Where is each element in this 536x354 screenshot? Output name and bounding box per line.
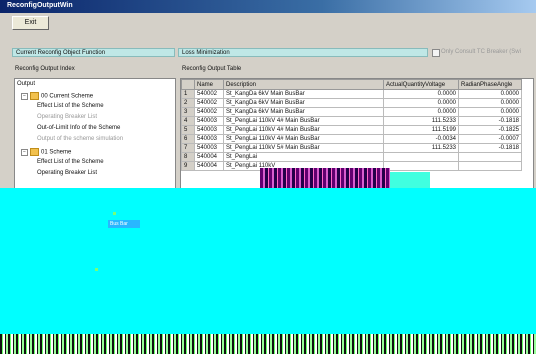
table-row[interactable]: 8 540004 St_PengLai [181, 152, 522, 162]
cell-phase-angle [458, 152, 522, 162]
collapse-icon[interactable]: − [21, 92, 28, 100]
row-index: 6 [181, 134, 195, 144]
cell-voltage: 0.0000 [383, 107, 459, 117]
table-header-row: Name Description ActualQuantityVoltage R… [181, 79, 522, 90]
row-index: 3 [181, 107, 195, 117]
render-artifact [95, 268, 98, 271]
row-index: 8 [181, 152, 195, 162]
cell-voltage: 111.5199 [383, 125, 459, 135]
cell-name: 540003 [194, 125, 224, 135]
window-title: ReconfigOutputWin [7, 2, 73, 9]
cell-description: St_PengLai 110kV 4# Main BusBar [223, 125, 384, 135]
cell-name: 540002 [194, 89, 224, 99]
cell-phase-angle: -0.1818 [458, 116, 522, 126]
cell-description: St_PengLai 110kV 5# Main BusBar [223, 143, 384, 153]
cell-voltage: -0.0034 [383, 134, 459, 144]
tree-leaf-operating-breaker[interactable]: Operating Breaker List [37, 114, 97, 120]
column-header-index[interactable] [181, 79, 195, 90]
consult-breaker-label: Only Consult TC Breaker (Swi [441, 49, 521, 55]
objective-value: Loss Minimization [178, 48, 428, 57]
column-header-voltage[interactable]: ActualQuantityVoltage [383, 79, 459, 90]
cell-voltage: 0.0000 [383, 89, 459, 99]
cell-phase-angle: 0.0000 [458, 107, 522, 117]
selected-text-fragment: Bus Bar [108, 220, 140, 228]
tree-leaf-effect-list[interactable]: Effect List of the Scheme [37, 103, 104, 109]
tree-node-label: 00 Current Scheme [41, 93, 94, 100]
render-artifact-region [0, 188, 536, 334]
cell-phase-angle: -0.1818 [458, 143, 522, 153]
output-tree[interactable]: Output − 00 Current Scheme Effect List of… [14, 78, 176, 190]
row-index: 7 [181, 143, 195, 153]
tree-leaf-simulation-output[interactable]: Output of the scheme simulation [37, 136, 123, 142]
cell-description: St_PengLai [223, 152, 384, 162]
cell-phase-angle [458, 161, 522, 171]
render-artifact [260, 168, 390, 190]
table-row[interactable]: 2 540002 St_KangDa 6kV Main BusBar 0.0000 0.… [181, 98, 522, 108]
table-row[interactable]: 3 540002 St_KangDa 6kV Main BusBar 0.0000 0.… [181, 107, 522, 117]
cell-name: 540003 [194, 116, 224, 126]
cell-description: St_KangDa 6kV Main BusBar [223, 107, 384, 117]
cell-voltage: 111.5233 [383, 116, 459, 126]
row-index: 4 [181, 116, 195, 126]
collapse-icon[interactable]: − [21, 148, 28, 156]
tree-leaf-effect-list-2[interactable]: Effect List of the Scheme [37, 159, 104, 165]
objective-label: Current Reconfig Object Function [12, 48, 175, 57]
table-row[interactable]: 7 540003 St_PengLai 110kV 5# Main BusBar 11… [181, 143, 522, 153]
cell-phase-angle: -0.1825 [458, 125, 522, 135]
cell-phase-angle: 0.0000 [458, 98, 522, 108]
folder-icon [30, 148, 39, 156]
cell-name: 540003 [194, 134, 224, 144]
cell-voltage: 111.5233 [383, 143, 459, 153]
cell-name: 540003 [194, 143, 224, 153]
cell-description: St_PengLai 110kV 4# Main BusBar [223, 116, 384, 126]
cell-description: St_KangDa 6kV Main BusBar [223, 98, 384, 108]
exit-button[interactable]: Exit [12, 16, 49, 30]
row-index: 5 [181, 125, 195, 135]
tree-title: Reconfig Output Index [15, 66, 75, 72]
column-header-name[interactable]: Name [194, 79, 224, 90]
cell-description: St_KangDa 6kV Main BusBar [223, 89, 384, 99]
table-row[interactable]: 1 540002 St_KangDa 6kV Main BusBar 0.0000 0.… [181, 89, 522, 99]
tree-leaf-out-of-limit[interactable]: Out-of-Limit Info of the Scheme [37, 125, 120, 131]
cell-description: St_PengLai 110kV 4# Main BusBar [223, 134, 384, 144]
table-title: Reconfig Output Table [182, 66, 242, 72]
row-index: 1 [181, 89, 195, 99]
folder-icon [30, 92, 39, 100]
cell-voltage [383, 161, 459, 171]
consult-breaker-checkbox[interactable] [432, 49, 440, 57]
cell-name: 540004 [194, 152, 224, 162]
table-row[interactable]: 5 540003 St_PengLai 110kV 4# Main BusBar 11… [181, 125, 522, 135]
row-index: 2 [181, 98, 195, 108]
table: Name Description ActualQuantityVoltage R… [181, 79, 522, 171]
column-header-phase-angle[interactable]: RadianPhaseAngle [458, 79, 522, 90]
tree-node-label: 01 Scheme [41, 149, 72, 156]
table-row[interactable]: 4 540003 St_PengLai 110kV 4# Main BusBar 11… [181, 116, 522, 126]
cell-phase-angle: 0.0000 [458, 89, 522, 99]
tree-leaf-operating-breaker-2[interactable]: Operating Breaker List [37, 170, 97, 176]
render-artifact-strip [0, 334, 536, 354]
cell-phase-angle: -0.0007 [458, 134, 522, 144]
cell-name: 540002 [194, 98, 224, 108]
row-index: 9 [181, 161, 195, 171]
cell-name: 540004 [194, 161, 224, 171]
cell-name: 540002 [194, 107, 224, 117]
render-artifact [113, 212, 116, 215]
cell-voltage: 0.0000 [383, 98, 459, 108]
cell-voltage [383, 152, 459, 162]
tree-root[interactable]: Output [17, 81, 35, 87]
column-header-description[interactable]: Description [223, 79, 384, 90]
table-row[interactable]: 6 540003 St_PengLai 110kV 4# Main BusBar -0… [181, 134, 522, 144]
tree-node-scheme-01[interactable]: − 01 Scheme [21, 148, 71, 156]
window-titlebar: ReconfigOutputWin [0, 0, 536, 13]
tree-node-current-scheme[interactable]: − 00 Current Scheme [21, 92, 93, 100]
